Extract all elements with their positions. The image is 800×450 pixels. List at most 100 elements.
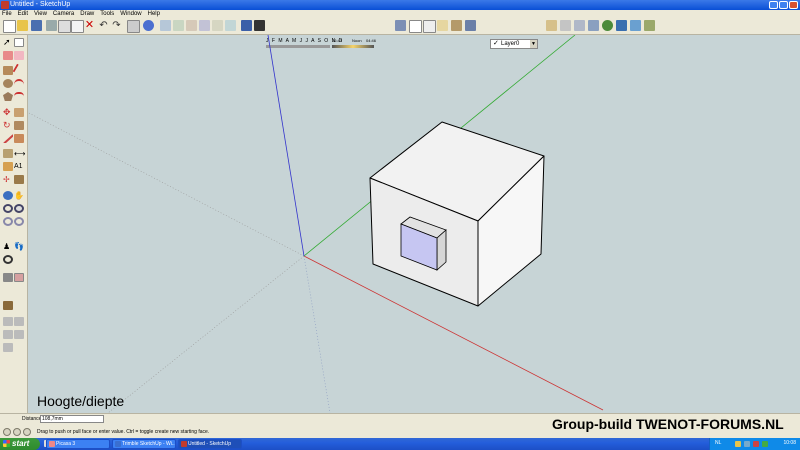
rotate-icon[interactable]: ↻ xyxy=(3,121,13,130)
geolocation-icon[interactable] xyxy=(3,428,11,436)
previous-view-icon[interactable] xyxy=(3,217,13,226)
tray-app-icon[interactable] xyxy=(762,441,768,447)
hidden-line-icon[interactable] xyxy=(423,20,436,33)
rectangle-icon[interactable] xyxy=(3,66,13,75)
section-plane-icon[interactable] xyxy=(560,20,571,31)
polygon-icon[interactable] xyxy=(3,92,13,101)
taskbar-item-trimble[interactable]: Trimble SketchUp - Wi... xyxy=(112,439,176,449)
taskbar-item-picasa[interactable]: Picasa 3 xyxy=(46,439,110,449)
scale-icon[interactable] xyxy=(3,134,13,143)
tape-measure-icon[interactable] xyxy=(3,149,13,158)
maximize-button[interactable] xyxy=(779,1,788,9)
get-models-icon[interactable] xyxy=(616,20,627,31)
menu-file[interactable]: File xyxy=(2,10,12,18)
cube[interactable] xyxy=(369,121,545,307)
print-icon[interactable] xyxy=(127,20,140,33)
google-earth-icon[interactable] xyxy=(602,20,613,31)
copy-icon[interactable] xyxy=(71,20,84,33)
section-plane-tool-icon[interactable] xyxy=(3,273,13,282)
select-arrow-icon[interactable]: ➚ xyxy=(3,38,13,47)
make-component-tool-icon[interactable] xyxy=(14,38,24,47)
menu-camera[interactable]: Camera xyxy=(53,10,74,18)
zoom-icon[interactable] xyxy=(3,204,13,213)
text-tool-icon[interactable]: A1 xyxy=(14,162,24,171)
sandbox-from-scratch-icon xyxy=(14,317,24,326)
smoove-icon xyxy=(3,330,13,339)
network-icon[interactable] xyxy=(735,441,741,447)
dimension-icon[interactable]: ⟷ xyxy=(14,149,25,158)
wireframe-icon[interactable] xyxy=(409,20,422,33)
menu-view[interactable]: View xyxy=(34,10,47,18)
monochrome-icon[interactable] xyxy=(465,20,476,31)
help-icon[interactable] xyxy=(23,428,31,436)
security-icon[interactable] xyxy=(753,441,759,447)
eraser-icon[interactable] xyxy=(14,51,24,60)
section-cuts-icon[interactable] xyxy=(588,20,599,31)
credits-icon[interactable] xyxy=(13,428,21,436)
photo-match-icon[interactable] xyxy=(644,20,655,31)
position-camera-icon[interactable]: ♟ xyxy=(3,242,13,251)
taskbar-item-sketchup[interactable]: Untitled - SketchUp xyxy=(178,439,242,449)
sandbox-icon[interactable] xyxy=(14,273,24,282)
menu-window[interactable]: Window xyxy=(120,10,141,18)
section-display-icon[interactable] xyxy=(574,20,585,31)
menu-tools[interactable]: Tools xyxy=(100,10,114,18)
top-view-icon[interactable] xyxy=(173,20,184,31)
sandbox-from-contours-icon xyxy=(3,317,13,326)
start-label: start xyxy=(12,439,30,448)
shaded-icon[interactable] xyxy=(437,20,448,31)
language-indicator[interactable]: NL xyxy=(715,440,721,446)
start-button[interactable]: start xyxy=(0,438,40,450)
xray-icon[interactable] xyxy=(395,20,406,31)
save-icon[interactable] xyxy=(31,20,42,31)
paint-bucket-icon[interactable] xyxy=(3,51,13,60)
walk-icon[interactable]: 👣 xyxy=(14,242,24,251)
iso-view-icon[interactable] xyxy=(160,20,171,31)
line-pencil-icon[interactable] xyxy=(12,63,28,78)
measurements-input[interactable]: 108,7mm xyxy=(40,415,104,423)
back-view-icon[interactable] xyxy=(212,20,223,31)
move-icon[interactable]: ✥ xyxy=(3,108,13,117)
look-around-icon[interactable] xyxy=(3,255,13,264)
model-info-icon[interactable] xyxy=(143,20,154,31)
fog-toggle-icon[interactable] xyxy=(254,20,265,31)
offset-icon[interactable] xyxy=(14,134,24,143)
minimize-button[interactable] xyxy=(769,1,778,9)
cut-icon[interactable] xyxy=(58,20,71,33)
erase-icon[interactable]: ✕ xyxy=(84,20,95,31)
shaded-textures-icon[interactable] xyxy=(451,20,462,31)
zoom-extents-icon[interactable] xyxy=(14,217,24,226)
close-button[interactable] xyxy=(789,1,798,9)
stamp-icon xyxy=(14,330,24,339)
zoom-window-icon[interactable] xyxy=(14,204,24,213)
redo-icon[interactable]: ↷ xyxy=(111,20,122,31)
protractor-icon[interactable] xyxy=(3,162,13,171)
layout-component-icon[interactable] xyxy=(3,301,13,310)
push-pull-icon[interactable] xyxy=(14,108,24,117)
volume-icon[interactable] xyxy=(744,441,750,447)
share-model-icon[interactable] xyxy=(630,20,641,31)
menu-draw[interactable]: Draw xyxy=(80,10,94,18)
open-folder-icon[interactable] xyxy=(17,20,28,31)
follow-me-icon[interactable] xyxy=(14,121,24,130)
arc-icon[interactable] xyxy=(14,79,24,90)
left-view-icon[interactable] xyxy=(225,20,236,31)
orbit-icon[interactable] xyxy=(3,191,13,200)
undo-icon[interactable]: ↶ xyxy=(98,20,109,31)
3d-text-icon[interactable] xyxy=(14,175,24,184)
caption-label: Hoogte/diepte xyxy=(37,393,125,409)
menu-help[interactable]: Help xyxy=(148,10,160,18)
axes-icon[interactable]: ✢ xyxy=(3,175,13,184)
menu-edit[interactable]: Edit xyxy=(18,10,28,18)
circle-icon[interactable] xyxy=(3,79,13,88)
right-view-icon[interactable] xyxy=(199,20,210,31)
pan-hand-icon[interactable]: ✋ xyxy=(14,191,24,200)
shadows-toggle-icon[interactable] xyxy=(241,20,252,31)
new-file-icon[interactable] xyxy=(3,20,16,33)
main-toolbar: ✕ ↶ ↷ J F M A M J J A S O N D 06:43 Noon… xyxy=(0,18,800,49)
make-component-icon[interactable] xyxy=(46,20,57,31)
drawing-viewport[interactable] xyxy=(27,35,800,413)
front-view-icon[interactable] xyxy=(186,20,197,31)
freehand-icon[interactable] xyxy=(14,92,24,103)
layers-manager-icon[interactable] xyxy=(546,20,557,31)
